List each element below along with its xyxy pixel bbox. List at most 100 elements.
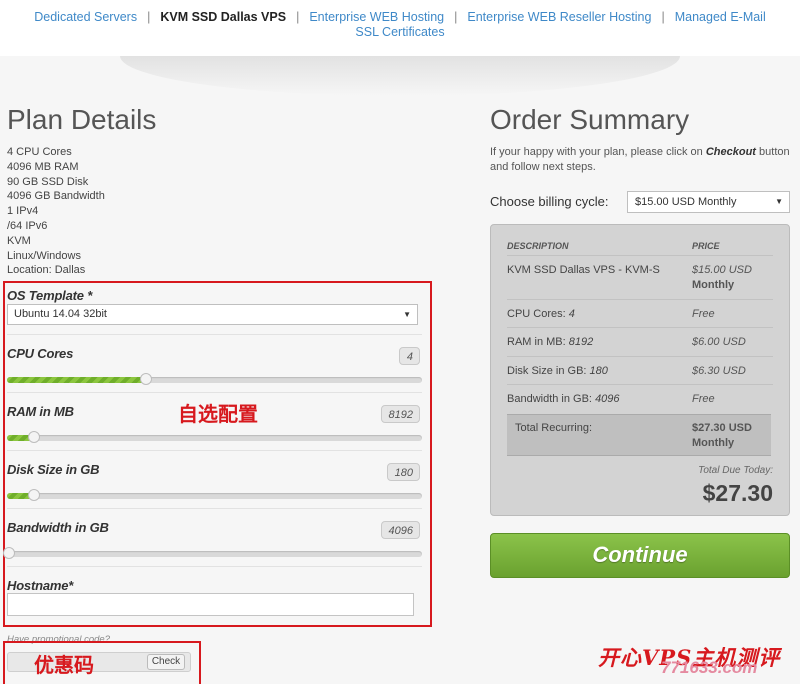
plan-feature: 4096 MB RAM: [7, 160, 79, 173]
plan-feature: 4 CPU Cores: [7, 146, 72, 158]
nav-separator: |: [147, 10, 151, 24]
summary-row-description: KVM SSD Dallas VPS - KVM-S: [507, 264, 660, 276]
top-nav-row: Dedicated Servers | KVM SSD Dallas VPS | Ent…: [0, 10, 800, 25]
summary-header-price: PRICE: [692, 241, 720, 251]
summary-price-amount: $15.00 USD: [692, 264, 752, 276]
plan-feature: Linux/Windows: [7, 249, 81, 262]
os-template-label: OS Template *: [7, 288, 93, 303]
summary-desc-key: Bandwidth in GB:: [507, 393, 592, 405]
os-template-value: Ubuntu 14.04 32bit: [14, 308, 107, 320]
summary-row-price: Free: [692, 393, 715, 405]
cpu-cores-label: CPU Cores: [7, 346, 74, 361]
divider: [7, 334, 422, 335]
summary-row-description: CPU Cores: 4: [507, 307, 687, 322]
nav-link-enterprise-web-reseller[interactable]: Enterprise WEB Reseller Hosting: [467, 10, 651, 24]
bandwidth-slider[interactable]: [3, 547, 422, 559]
billing-cycle-label: Choose billing cycle:: [490, 194, 609, 209]
chevron-down-icon: ▼: [403, 310, 411, 319]
plan-feature: Location: Dallas: [7, 264, 86, 277]
divider: [7, 392, 422, 393]
slider-fill: [7, 377, 146, 383]
banner-shadow: [120, 56, 680, 96]
summary-row-price: $15.00 USD Monthly: [692, 263, 782, 293]
nav-separator: |: [661, 10, 665, 24]
disk-size-label: Disk Size in GB: [7, 462, 100, 477]
watermark-url: 771633.com: [661, 658, 758, 677]
bandwidth-value-badge: 4096: [381, 521, 420, 539]
promo-check-button[interactable]: Check: [147, 654, 185, 670]
total-recurring-label: Total Recurring:: [515, 422, 593, 434]
ram-value-badge: 8192: [381, 405, 420, 423]
top-nav-row-2: SSL Certificates: [0, 25, 800, 40]
hostname-label: Hostname*: [7, 578, 74, 593]
total-recurring-period: Monthly: [692, 437, 735, 449]
summary-desc-value: 180: [589, 365, 608, 377]
total-due-today-label: Total Due Today:: [698, 465, 773, 476]
ram-slider[interactable]: [7, 431, 422, 443]
disk-size-slider[interactable]: [7, 489, 422, 501]
summary-row-price: $6.00 USD: [692, 336, 746, 348]
slider-handle[interactable]: [140, 373, 152, 385]
os-template-select[interactable]: Ubuntu 14.04 32bit ▼: [7, 304, 418, 325]
summary-row-price: $6.30 USD: [692, 365, 746, 377]
nav-separator: |: [296, 10, 300, 24]
summary-price-period: Monthly: [692, 279, 735, 291]
nav-link-dedicated-servers[interactable]: Dedicated Servers: [34, 10, 137, 24]
ram-label: RAM in MB: [7, 404, 74, 419]
order-summary-title: Order Summary: [490, 104, 690, 135]
order-summary-table: DESCRIPTION PRICE KVM SSD Dallas VPS - K…: [490, 224, 790, 516]
divider: [7, 508, 422, 509]
order-intro-text: If your happy with your plan, please cli…: [490, 145, 796, 175]
nav-link-kvm-ssd-dallas-vps[interactable]: KVM SSD Dallas VPS: [160, 10, 286, 24]
nav-link-enterprise-web-hosting[interactable]: Enterprise WEB Hosting: [309, 10, 444, 24]
chevron-down-icon: ▼: [775, 197, 783, 206]
disk-size-value-badge: 180: [387, 463, 420, 481]
divider: [507, 356, 773, 357]
total-recurring-price: $27.30 USD Monthly: [692, 421, 782, 451]
total-recurring-amount: $27.30 USD: [692, 422, 752, 434]
intro-checkout-word: Checkout: [705, 146, 756, 158]
plan-feature: 1 IPv4: [7, 205, 39, 218]
plan-feature: /64 IPv6: [7, 219, 48, 232]
divider: [507, 255, 773, 256]
nav-link-ssl-certificates[interactable]: SSL Certificates: [355, 25, 444, 39]
divider: [7, 566, 422, 567]
annotation-custom-config: 自选配置: [178, 402, 258, 426]
plan-details-title: Plan Details: [7, 104, 157, 135]
divider: [507, 384, 773, 385]
nav-separator: |: [454, 10, 458, 24]
summary-desc-key: Disk Size in GB:: [507, 365, 587, 377]
hostname-input[interactable]: [7, 593, 414, 616]
divider: [507, 327, 773, 328]
summary-desc-key: RAM in MB:: [507, 336, 566, 348]
annotation-coupon: 优惠码: [34, 653, 94, 677]
site-watermark: 开心VPS主机测评 771633.com: [598, 642, 798, 684]
summary-desc-key: CPU Cores:: [507, 308, 566, 320]
nav-link-managed-email[interactable]: Managed E-Mail: [675, 10, 766, 24]
summary-desc-value: 8192: [568, 336, 594, 348]
slider-handle[interactable]: [28, 489, 40, 501]
cpu-cores-slider[interactable]: [7, 373, 422, 385]
summary-row-description: RAM in MB: 8192: [507, 335, 687, 350]
billing-cycle-select[interactable]: $15.00 USD Monthly ▼: [627, 191, 790, 213]
summary-row-description: Bandwidth in GB: 4096: [507, 392, 687, 407]
summary-desc-value: 4096: [595, 393, 620, 405]
slider-handle[interactable]: [28, 431, 40, 443]
continue-button[interactable]: Continue: [490, 533, 790, 578]
summary-desc-value: 4: [568, 308, 575, 320]
cpu-cores-value-badge: 4: [399, 347, 420, 365]
slider-handle[interactable]: [3, 547, 15, 559]
billing-cycle-value: $15.00 USD Monthly: [635, 196, 737, 208]
divider: [507, 299, 773, 300]
summary-header-description: DESCRIPTION: [507, 241, 569, 251]
custom-config-highlight-box: [3, 281, 432, 627]
bandwidth-label: Bandwidth in GB: [7, 520, 109, 535]
plan-feature-list: 4 CPU Cores 4096 MB RAM 90 GB SSD Disk 4…: [7, 145, 105, 278]
plan-feature: 4096 GB Bandwidth: [7, 190, 105, 203]
plan-feature: KVM: [7, 234, 31, 247]
divider: [7, 450, 422, 451]
summary-row-price: Free: [692, 308, 715, 320]
top-navigation: Dedicated Servers | KVM SSD Dallas VPS | Ent…: [0, 0, 800, 56]
summary-row-description: Disk Size in GB: 180: [507, 364, 687, 379]
intro-text-part: If your happy with your plan, please cli…: [490, 146, 706, 158]
